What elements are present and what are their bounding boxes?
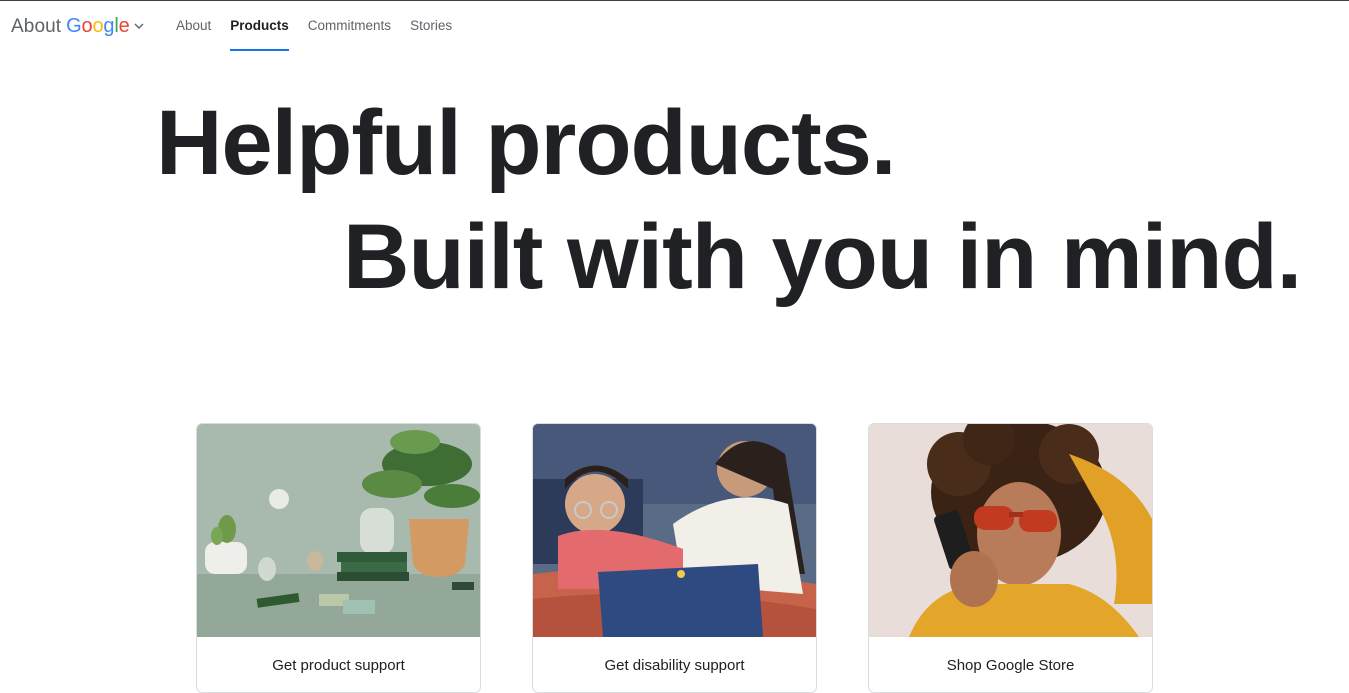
card-label: Shop Google Store	[946, 657, 1075, 674]
card-shop-google-store[interactable]: Shop Google Store	[868, 423, 1153, 693]
woman-phone-sunglasses-photo	[869, 424, 1152, 637]
google-wordmark: Google	[66, 15, 130, 38]
main-nav: About Products Commitments Stories	[176, 1, 471, 51]
card-label: Get disability support	[604, 657, 745, 674]
card-disability-support[interactable]: Get disability support	[532, 423, 817, 693]
card-label: Get product support	[272, 657, 405, 674]
google-letter: G	[66, 15, 82, 37]
about-google-logo[interactable]: About Google	[11, 15, 130, 38]
google-letter: o	[81, 15, 93, 37]
hero-headline-line2: Built with you in mind.	[343, 206, 1302, 308]
chevron-down-icon[interactable]	[133, 20, 145, 32]
home-devices-plant-photo	[197, 424, 480, 637]
nav-item-stories[interactable]: Stories	[410, 1, 452, 51]
nav-item-commitments[interactable]: Commitments	[308, 1, 391, 51]
nav-item-products[interactable]: Products	[230, 1, 289, 51]
google-letter: e	[118, 15, 130, 37]
child-and-mother-laptop-photo	[533, 424, 816, 637]
card-product-support[interactable]: Get product support	[196, 423, 481, 693]
google-letter: o	[92, 15, 104, 37]
brand-about-text: About	[11, 16, 62, 37]
hero-headline-line1: Helpful products.	[156, 92, 896, 194]
google-letter: g	[103, 15, 115, 37]
nav-item-about[interactable]: About	[176, 1, 211, 51]
site-header: About Google About Products Commitments …	[0, 1, 1349, 51]
